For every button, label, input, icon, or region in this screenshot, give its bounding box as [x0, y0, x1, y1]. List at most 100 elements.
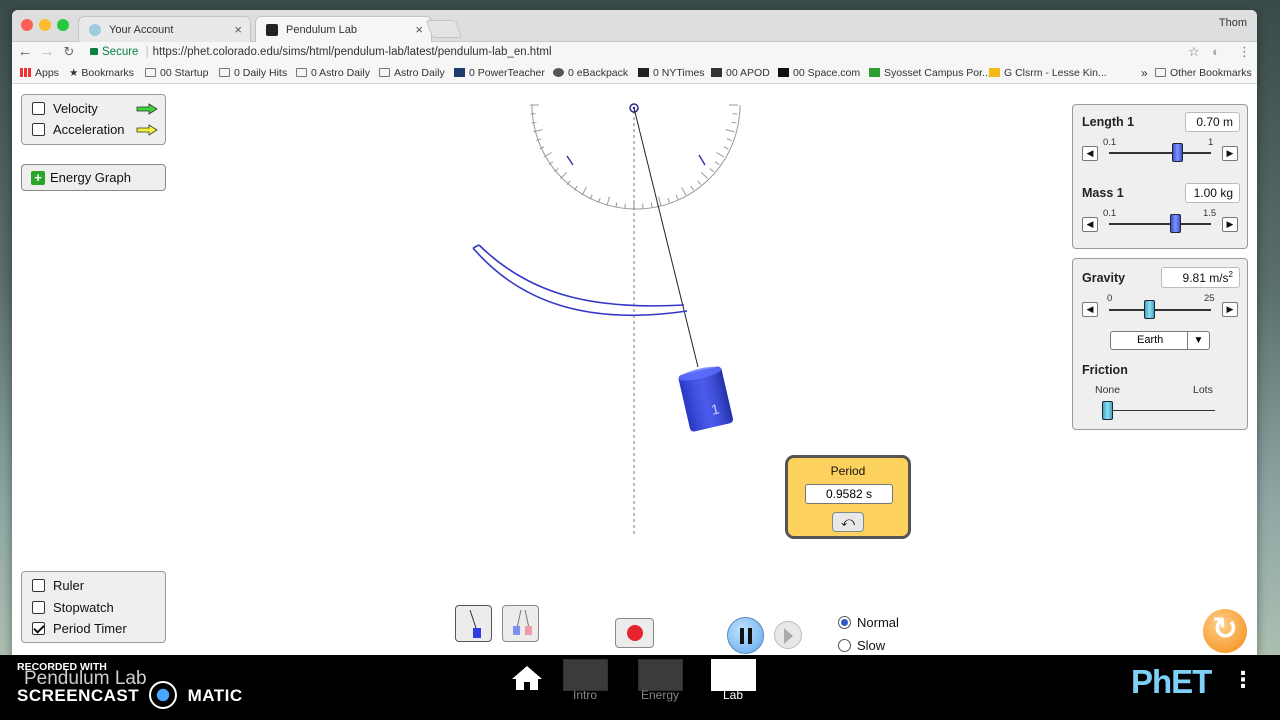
pendulum-mass[interactable]: 1 — [677, 364, 733, 432]
gravity-slider-track[interactable] — [1109, 309, 1211, 311]
protractor-tick — [716, 152, 725, 158]
friction-slider-thumb[interactable] — [1102, 401, 1113, 420]
mass-slider-thumb[interactable] — [1169, 214, 1181, 233]
bookmark-ebackpack[interactable]: 0 eBackpack — [553, 67, 628, 79]
protractor-tick — [650, 202, 653, 208]
close-window-button[interactable] — [21, 19, 33, 31]
star-icon: ★ — [69, 67, 79, 79]
radio-indicator[interactable] — [838, 616, 851, 629]
planet-dropdown[interactable]: Earth ▼ — [1110, 331, 1210, 350]
extension-icon[interactable]: ◐ — [1212, 44, 1220, 59]
new-tab-button[interactable] — [425, 20, 463, 38]
bookmarks-overflow-button[interactable]: » — [1141, 66, 1148, 80]
ruler-checkbox[interactable]: Ruler — [32, 578, 84, 594]
back-arrow-icon[interactable]: ← — [16, 43, 34, 60]
bookmark-space[interactable]: 00 Space.com — [778, 67, 860, 79]
gravity-increment-button[interactable]: ▶ — [1222, 302, 1238, 317]
protractor — [530, 104, 741, 210]
address-bar[interactable]: Secure | https://phet.colorado.edu/sims/h… — [84, 42, 1214, 62]
length-min-label: 0.1 — [1103, 137, 1117, 148]
minimize-window-button[interactable] — [39, 19, 51, 31]
length-decrement-button[interactable]: ◀ — [1082, 146, 1098, 161]
screen-intro[interactable]: Intro — [555, 655, 615, 715]
friction-slider-track[interactable] — [1107, 410, 1215, 411]
gravity-slider-thumb[interactable] — [1143, 300, 1155, 319]
bookmark-apod[interactable]: 00 APOD — [711, 67, 770, 79]
reload-icon[interactable]: ↻ — [60, 44, 78, 60]
bookmark-folder[interactable]: 0 Astro Daily — [296, 67, 370, 79]
bookmark-nytimes[interactable]: 0 NYTimes — [638, 67, 705, 79]
screencast-logo-icon — [149, 681, 178, 709]
screen-label: Energy — [640, 688, 680, 702]
pendulum-scene: 1 — [472, 103, 741, 535]
period-timer-checkbox[interactable]: Period Timer — [32, 621, 127, 637]
bookmark-powerteacher[interactable]: 0 PowerTeacher — [454, 67, 545, 79]
one-pendulum-button[interactable] — [455, 605, 492, 642]
checkbox-box[interactable] — [32, 601, 45, 614]
phet-menu-kebab-icon[interactable]: ⋮ — [1232, 667, 1254, 693]
mass-increment-button[interactable]: ▶ — [1222, 217, 1238, 232]
length-increment-button[interactable]: ▶ — [1222, 146, 1238, 161]
tab-close-icon[interactable]: × — [415, 17, 423, 43]
checkbox-box[interactable] — [32, 579, 45, 592]
powerteacher-icon — [454, 68, 465, 77]
reset-all-button[interactable]: ↻ — [1203, 609, 1247, 653]
bookmark-classroom[interactable]: G Clsrm - Lesse Kin... — [989, 67, 1107, 79]
gravity-label: Gravity — [1082, 271, 1126, 285]
record-icon — [627, 625, 643, 641]
bookmark-syosset[interactable]: Syosset Campus Por... — [869, 67, 991, 79]
apod-icon — [711, 68, 722, 77]
tab-close-icon[interactable]: × — [234, 17, 242, 43]
gravity-value: 9.81 m/s2 — [1161, 267, 1240, 288]
apps-grid-icon — [20, 68, 31, 77]
other-bookmarks[interactable]: Other Bookmarks — [1155, 67, 1252, 79]
bookmark-folder[interactable]: 0 Daily Hits — [219, 67, 287, 79]
length-slider-track[interactable] — [1109, 152, 1211, 154]
bookmark-bookmarks[interactable]: ★ Bookmarks — [69, 67, 134, 79]
mass-slider-track[interactable] — [1109, 223, 1211, 225]
tools-panel: Ruler Stopwatch Period Timer — [21, 571, 166, 643]
maximize-window-button[interactable] — [57, 19, 69, 31]
speed-slow-radio[interactable]: Slow — [838, 638, 885, 653]
screen-energy[interactable]: Energy — [630, 655, 690, 715]
bookmark-star-icon[interactable]: ☆ — [1188, 44, 1200, 60]
intro-screen-icon — [563, 659, 608, 691]
stopwatch-checkbox[interactable]: Stopwatch — [32, 600, 114, 616]
url-text: https://phet.colorado.edu/sims/html/pend… — [152, 46, 552, 58]
record-button[interactable] — [615, 618, 654, 648]
mass-decrement-button[interactable]: ◀ — [1082, 217, 1098, 232]
radio-indicator[interactable] — [838, 639, 851, 652]
bookmark-folder[interactable]: 00 Startup — [145, 67, 208, 79]
screen-lab[interactable]: Lab — [703, 655, 763, 715]
forward-arrow-icon[interactable]: → — [38, 43, 56, 60]
speed-normal-radio[interactable]: Normal — [838, 615, 899, 630]
bookmark-apps[interactable]: Apps — [20, 67, 59, 79]
ebackpack-icon — [553, 68, 564, 77]
gravity-friction-panel: Gravity 9.81 m/s2 ◀ 0 25 ▶ Earth ▼ Frict… — [1072, 258, 1248, 430]
profile-name[interactable]: Thom — [1219, 17, 1247, 29]
protractor-tick — [531, 121, 537, 124]
period-timer-reset-button[interactable]: ⤺ — [832, 512, 864, 532]
protractor-tick — [725, 129, 735, 133]
tab-label: Pendulum Lab — [286, 24, 357, 36]
protractor-tick — [667, 197, 671, 203]
tab-favicon-icon — [89, 24, 101, 36]
checkbox-box[interactable] — [32, 622, 45, 635]
home-button[interactable] — [511, 665, 543, 691]
max-angle-marker-right — [698, 154, 706, 166]
energy-screen-icon — [638, 659, 683, 691]
pause-button[interactable] — [727, 617, 764, 654]
step-forward-button[interactable] — [774, 621, 802, 649]
length-slider-thumb[interactable] — [1172, 143, 1184, 162]
period-timer[interactable]: Period 0.9582 s ⤺ — [785, 455, 911, 539]
phet-logo[interactable]: PhET — [1131, 663, 1212, 701]
reset-arrow-icon: ⤺ — [841, 514, 855, 529]
gravity-decrement-button[interactable]: ◀ — [1082, 302, 1098, 317]
tab-pendulum-lab[interactable]: Pendulum Lab × — [255, 16, 432, 42]
bookmark-folder[interactable]: Astro Daily — [379, 67, 445, 79]
two-pendulums-button[interactable] — [502, 605, 539, 642]
tab-your-account[interactable]: Your Account × — [78, 16, 251, 42]
mass-max-label: 1.5 — [1203, 208, 1217, 219]
length-label: Length 1 — [1082, 115, 1135, 129]
menu-kebab-icon[interactable]: ⋮ — [1238, 44, 1251, 60]
